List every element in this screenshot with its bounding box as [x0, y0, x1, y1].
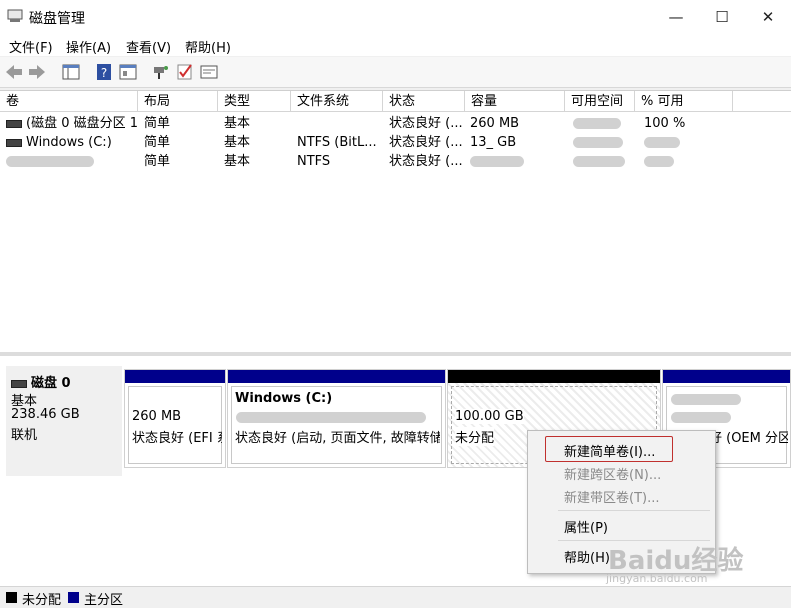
menu-file[interactable]: 文件(F) — [9, 37, 53, 56]
row-status: 状态良好 (... — [389, 135, 463, 150]
primary-partition-bar — [663, 370, 790, 383]
partition-windows-c[interactable]: Windows (C:) 状态良好 (启动, 页面文件, 故障转储, — [227, 369, 446, 468]
maximize-button[interactable]: ☐ — [699, 0, 745, 34]
disk-state: 联机 — [11, 428, 38, 443]
row-type: 基本 — [224, 154, 251, 169]
partition-efi[interactable]: 260 MB 状态良好 (EFI 系 — [124, 369, 226, 468]
row-capacity: 260 MB — [470, 116, 520, 131]
primary-partition-bar — [125, 370, 225, 383]
menu-help-item[interactable]: 帮助(H) — [564, 547, 610, 566]
menu-help[interactable]: 帮助(H) — [185, 37, 231, 56]
row-type: 基本 — [224, 116, 251, 131]
disk-icon — [11, 379, 27, 388]
minimize-button[interactable]: — — [653, 0, 699, 34]
partition-title: Windows (C:) — [235, 391, 333, 406]
menu-new-spanned-volume[interactable]: 新建跨区卷(N)... — [564, 464, 661, 483]
column-header-status[interactable]: 状态 — [383, 91, 465, 112]
menu-new-striped-volume[interactable]: 新建带区卷(T)... — [564, 487, 659, 506]
disk-management-icon — [7, 9, 23, 22]
row-type: 基本 — [224, 135, 251, 150]
disk-size: 238.46 GB — [11, 407, 80, 422]
column-header-volume[interactable]: 卷 — [0, 91, 138, 112]
unallocated-swatch — [6, 592, 17, 603]
partition-size: 100.00 GB — [455, 409, 524, 424]
blurred-free-space — [573, 156, 625, 167]
row-volume: Windows (C:) — [6, 133, 138, 152]
row-status: 状态良好 (... — [389, 116, 463, 131]
table-row[interactable]: (磁盘 0 磁盘分区 1) 简单 基本 状态良好 (... 260 MB 100… — [0, 114, 791, 133]
row-layout: 简单 — [144, 116, 171, 131]
column-header-free-space[interactable]: 可用空间 — [565, 91, 635, 112]
partition-status: 状态良好 (EFI 系 — [132, 431, 222, 446]
menu-bar: 文件(F) 操作(A) 查看(V) 帮助(H) — [0, 34, 791, 56]
row-volume: (磁盘 0 磁盘分区 1) — [6, 114, 138, 133]
help-icon[interactable]: ? — [94, 62, 114, 82]
column-header-percent-free[interactable]: % 可用 — [635, 91, 733, 112]
drive-icon — [6, 138, 22, 147]
primary-partition-swatch — [68, 592, 79, 603]
legend-bar: 未分配 主分区 — [0, 586, 791, 608]
column-header-filler — [733, 91, 791, 112]
row-capacity: 13_ GB — [470, 135, 517, 150]
connect-icon[interactable] — [151, 62, 171, 82]
properties-icon[interactable] — [118, 62, 138, 82]
forward-arrow-icon[interactable] — [27, 62, 47, 82]
legend-unallocated: 未分配 — [22, 593, 62, 608]
menu-properties[interactable]: 属性(P) — [564, 517, 608, 536]
blurred-partition-size — [236, 412, 426, 423]
legend-primary-partition: 主分区 — [84, 593, 124, 608]
menu-view[interactable]: 查看(V) — [126, 37, 171, 56]
back-arrow-icon[interactable] — [4, 62, 24, 82]
row-status: 状态良好 (... — [389, 154, 463, 169]
blurred-free-space — [573, 118, 621, 129]
row-filesystem: NTFS — [297, 154, 331, 169]
row-layout: 简单 — [144, 154, 171, 169]
primary-partition-bar — [228, 370, 445, 383]
row-layout: 简单 — [144, 135, 171, 150]
partition-status: 状态良好 (启动, 页面文件, 故障转储, — [235, 431, 440, 446]
blurred-volume-name — [6, 156, 94, 167]
blurred-percent-free — [644, 156, 674, 167]
toolbar: ? — [0, 57, 791, 88]
svg-text:?: ? — [101, 66, 107, 80]
close-button[interactable]: ✕ — [745, 0, 791, 34]
drive-icon — [6, 119, 22, 128]
console-tree-icon[interactable] — [61, 62, 81, 82]
column-header-capacity[interactable]: 容量 — [465, 91, 565, 112]
column-header-layout[interactable]: 布局 — [138, 91, 218, 112]
row-percent-free: 100 % — [644, 116, 686, 131]
disk-name: 磁盘 0 — [11, 372, 71, 391]
check-icon[interactable] — [175, 62, 195, 82]
volume-list: 卷 布局 类型 文件系统 状态 容量 可用空间 % 可用 (磁盘 0 磁盘分区 … — [0, 90, 791, 353]
column-header-type[interactable]: 类型 — [218, 91, 291, 112]
title-bar: 磁盘管理 — ☐ ✕ — [0, 0, 791, 34]
blurred-free-space — [573, 137, 623, 148]
table-row[interactable]: Windows (C:) 简单 基本 NTFS (BitL... 状态良好 (.… — [0, 133, 791, 152]
menu-action[interactable]: 操作(A) — [66, 37, 111, 56]
window-icon[interactable] — [199, 62, 219, 82]
partition-size: 260 MB — [132, 409, 182, 424]
blurred-capacity — [470, 156, 524, 167]
row-filesystem: NTFS (BitL... — [297, 135, 377, 150]
menu-new-simple-volume[interactable]: 新建简单卷(I)... — [564, 441, 655, 460]
window-title: 磁盘管理 — [29, 11, 85, 27]
menu-separator — [558, 510, 710, 511]
disk-info[interactable]: 磁盘 0 基本 238.46 GB 联机 — [6, 366, 122, 476]
blurred-percent-free — [644, 137, 680, 148]
column-header-filesystem[interactable]: 文件系统 — [291, 91, 383, 112]
unallocated-bar — [448, 370, 660, 383]
table-row[interactable]: 简单 基本 NTFS 状态良好 (... — [0, 152, 791, 171]
blurred-partition-title — [671, 394, 741, 405]
blurred-partition-size — [671, 412, 731, 423]
partition-status: 未分配 — [455, 427, 495, 446]
baidu-watermark-url: jingyan.baidu.com — [606, 572, 708, 585]
